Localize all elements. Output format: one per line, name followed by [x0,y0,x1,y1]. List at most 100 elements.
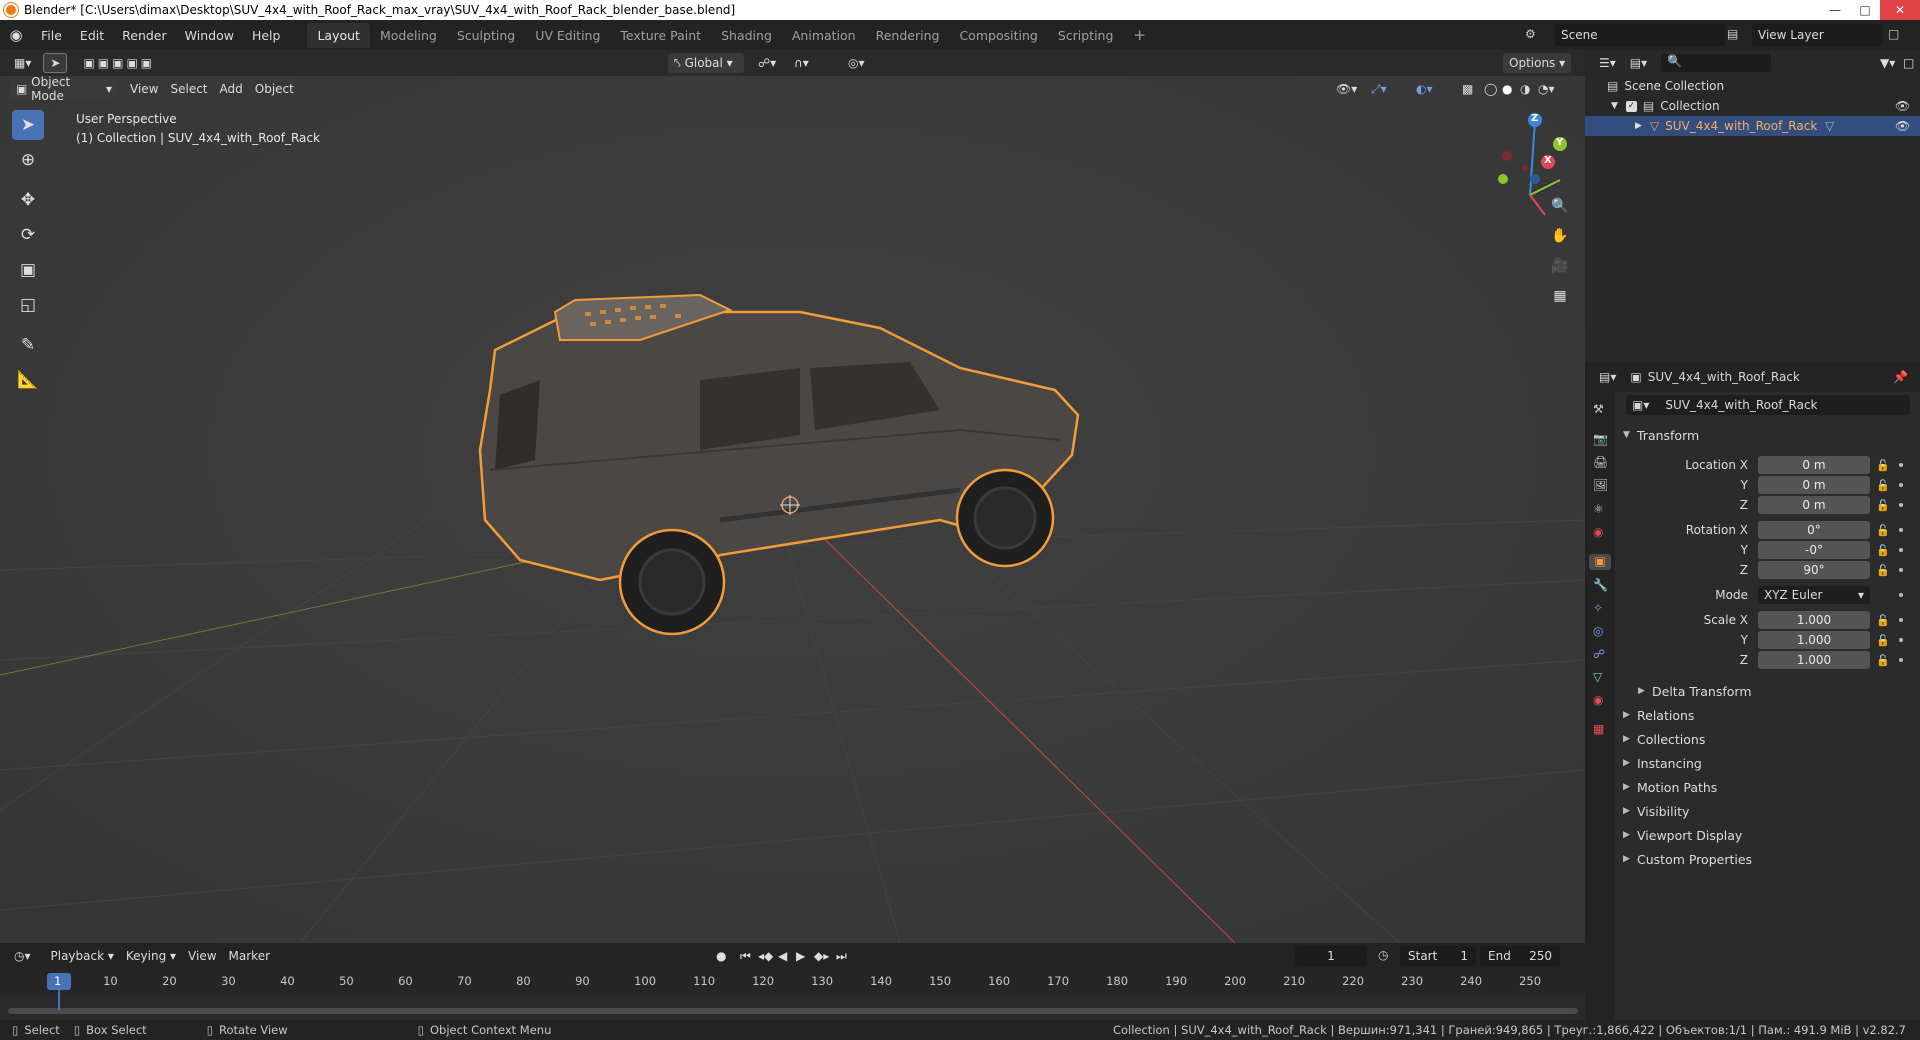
keyframe-dot[interactable] [1899,593,1903,597]
expand-collection-icon[interactable]: ▼ [1611,101,1618,111]
visibility-icon[interactable]: 👁▾ [1330,79,1363,99]
timeline-menu-keying[interactable]: Keying ▾ [120,946,182,966]
collection-visibility-icon[interactable]: 👁 [1895,99,1910,113]
timeline-scrollbar[interactable] [8,1008,1578,1014]
lock-icon[interactable]: 🔓 [1876,614,1890,627]
relations-panel[interactable]: ▶ Relations [1615,704,1915,726]
lock-icon[interactable]: 🔓 [1876,544,1890,557]
lock-icon[interactable]: 🔓 [1876,499,1890,512]
keyframe-dot[interactable] [1899,568,1903,572]
start-frame-field[interactable]: Start 1 [1400,946,1476,966]
tab-texture-paint[interactable]: Texture Paint [610,23,711,48]
measure-tool-icon[interactable]: 📐 [12,365,44,395]
gizmo-toggle-icon[interactable]: ⤢▾ [1365,79,1393,99]
pin-icon[interactable]: 📌 [1893,370,1908,384]
blender-menu-icon[interactable]: ◉ [0,26,32,44]
viewport-menu-select[interactable]: Select [164,79,213,99]
tab-rendering[interactable]: Rendering [866,23,950,48]
rotate-tool-icon[interactable]: ⟳ [12,220,44,250]
tab-shading[interactable]: Shading [711,23,782,48]
ortho-grid-icon[interactable]: ▦ [1547,283,1573,309]
zoom-icon[interactable]: 🔍 [1547,193,1573,219]
expand-object-icon[interactable]: ▶ [1635,121,1642,131]
lock-icon[interactable]: 🔓 [1876,524,1890,537]
select-tool-icon[interactable]: ➤ [43,53,68,73]
rotation-x-field[interactable]: 0° [1758,521,1870,539]
tab-layout[interactable]: Layout [307,22,370,48]
lock-icon[interactable]: 🔓 [1876,654,1890,667]
location-y-field[interactable]: 0 m [1758,476,1870,494]
lock-icon[interactable]: 🔓 [1876,459,1890,472]
keyframe-dot[interactable] [1899,658,1903,662]
rotation-y-field[interactable]: -0° [1758,541,1870,559]
tool-tab-icon[interactable]: ⚒ [1593,402,1609,418]
timeline-menu-playback[interactable]: Playback ▾ [45,946,120,966]
viewport-display-panel[interactable]: ▶ Viewport Display [1615,824,1915,846]
tab-scripting[interactable]: Scripting [1048,23,1124,48]
end-frame-field[interactable]: End 250 [1480,946,1560,966]
shading-rendered-icon[interactable]: ◔▾ [1532,79,1561,99]
location-x-field[interactable]: 0 m [1758,456,1870,474]
viewport-menu-object[interactable]: Object [249,79,300,99]
proportional-editing-icon[interactable]: ◎▾ [842,53,871,73]
transform-tool-icon[interactable]: ◱ [12,290,44,320]
data-tab-icon[interactable]: ▽ [1593,670,1609,686]
tab-uv-editing[interactable]: UV Editing [525,23,610,48]
xray-icon[interactable]: ▩ [1456,79,1479,99]
scale-y-field[interactable]: 1.000 [1758,631,1870,649]
move-tool-icon[interactable]: ✥ [12,185,44,215]
custom-properties-panel[interactable]: ▶ Custom Properties [1615,848,1915,870]
rotation-z-field[interactable]: 90° [1758,561,1870,579]
pan-hand-icon[interactable]: ✋ [1547,223,1573,249]
selection-mode-icons[interactable]: ▣▣▣▣▣ [77,53,161,73]
transform-panel-header[interactable]: ▼ Transform [1615,424,1915,446]
3d-viewport[interactable]: Z Y X [0,50,1585,943]
rotation-mode-dropdown[interactable]: XYZ Euler ▾ [1758,586,1870,604]
camera-view-icon[interactable]: 🎥 [1547,253,1573,279]
close-window-button[interactable]: ✕ [1880,0,1920,20]
location-z-field[interactable]: 0 m [1758,496,1870,514]
current-frame-field[interactable]: 1 [1295,946,1367,966]
scale-tool-icon[interactable]: ▣ [12,255,44,285]
tab-animation[interactable]: Animation [782,23,866,48]
scene-icon[interactable]: ⚙ [1525,27,1536,41]
minimize-button[interactable]: — [1820,0,1850,20]
timeline-menu-view[interactable]: View [182,946,222,966]
keyframe-dot[interactable] [1899,528,1903,532]
record-icon[interactable]: ● [710,946,732,966]
outliner[interactable]: ☰▾ ▤▾ 🔍 ▼▾ □ ▤ Scene Collection ▼ ✓ ▤ Co… [1585,50,1920,362]
scene-selector[interactable]: Scene [1555,24,1725,46]
new-collection-icon[interactable]: □ [1903,56,1914,70]
cursor-tool-icon[interactable]: ⊕ [12,145,44,175]
view-layer-icon[interactable]: ▤ [1727,27,1738,41]
view-layer-selector[interactable]: View Layer [1752,24,1882,46]
delta-transform-panel[interactable]: ▶ Delta Transform [1630,680,1920,702]
collection-checkbox[interactable]: ✓ [1625,100,1637,112]
mesh-data-icon[interactable]: ▽ [1825,119,1834,133]
keyframe-dot[interactable] [1899,483,1903,487]
object-name-field[interactable]: ▣▾ SUV_4x4_with_Roof_Rack [1626,395,1910,415]
tab-compositing[interactable]: Compositing [949,23,1047,48]
keyframe-dot[interactable] [1899,638,1903,642]
tab-sculpting[interactable]: Sculpting [447,23,525,48]
viewport-menu-view[interactable]: View [124,79,164,99]
viewport-menu-add[interactable]: Add [214,79,249,99]
menu-edit[interactable]: Edit [71,28,113,43]
outliner-editor-icon[interactable]: ☰▾ [1599,56,1616,70]
keyframe-dot[interactable] [1899,463,1903,467]
editor-type-icon[interactable]: ▦▾ [8,53,37,73]
instancing-panel[interactable]: ▶ Instancing [1615,752,1915,774]
frame-ruler[interactable]: 1 10 20 30 40 50 60 70 80 90 100 110 120 130 140 150 160… [0,969,1585,993]
lock-icon[interactable]: 🔓 [1876,564,1890,577]
overlays-icon[interactable]: ◐▾ [1410,79,1439,99]
display-mode-icon[interactable]: ▤▾ [1630,56,1647,70]
preview-range-icon[interactable]: ◷ [1378,948,1388,962]
options-dropdown[interactable]: Options ▾ [1503,53,1572,73]
keyframe-dot[interactable] [1899,548,1903,552]
menu-window[interactable]: Window [176,28,243,43]
scale-z-field[interactable]: 1.000 [1758,651,1870,669]
menu-file[interactable]: File [32,28,71,43]
motion-paths-panel[interactable]: ▶ Motion Paths [1615,776,1915,798]
jump-end-icon[interactable]: ⏭ [830,946,853,966]
object-visibility-icon[interactable]: 👁 [1895,119,1910,133]
